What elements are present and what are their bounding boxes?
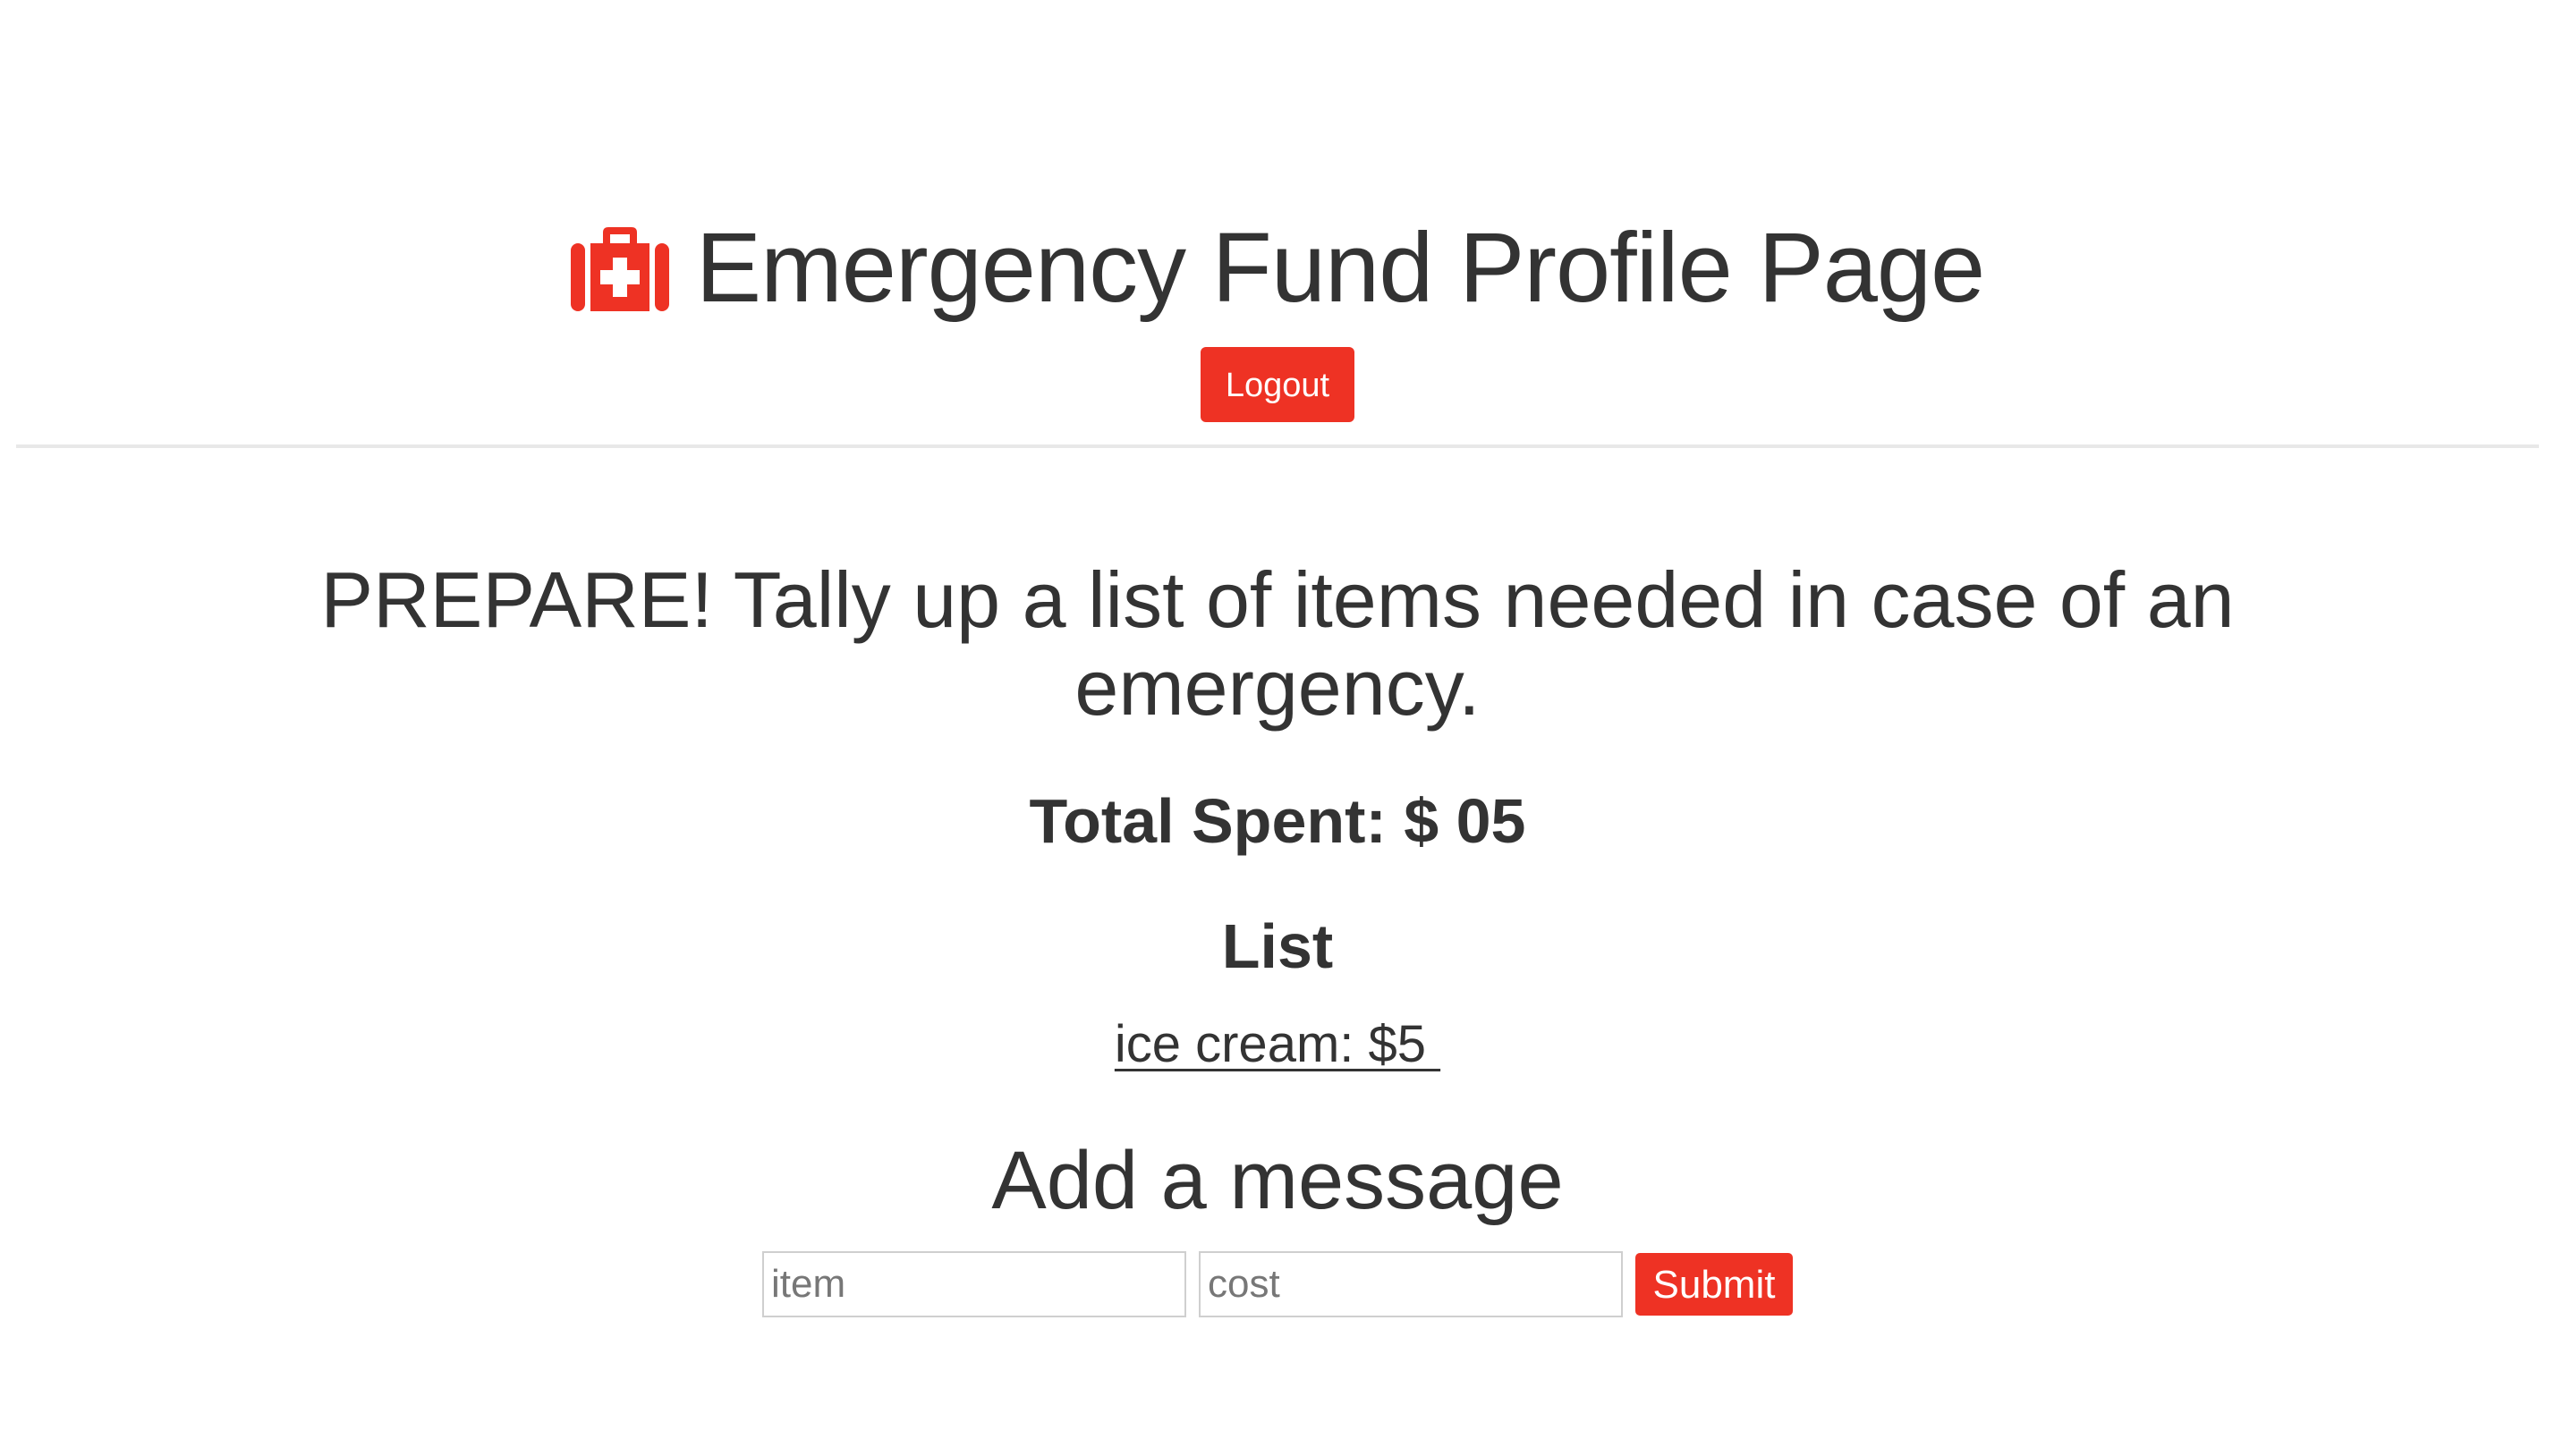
item-input[interactable] (762, 1251, 1186, 1317)
logout-button[interactable]: Logout (1201, 347, 1354, 422)
title-row: Emergency Fund Profile Page (0, 206, 2555, 331)
submit-button[interactable]: Submit (1635, 1253, 1793, 1316)
intro-heading: PREPARE! Tally up a list of items needed… (320, 555, 2235, 732)
page-title: Emergency Fund Profile Page (695, 213, 1985, 323)
total-spent: Total Spent: $ 05 (1029, 786, 1526, 856)
page-header: Emergency Fund Profile Page Logout (0, 0, 2555, 448)
add-message-heading: Add a message (991, 1135, 1564, 1226)
list-item: ice cream: $5 (0, 1014, 2555, 1074)
medkit-icon (570, 225, 669, 311)
header-divider (16, 444, 2539, 448)
list-heading: List (1221, 911, 1334, 981)
cost-input[interactable] (1199, 1251, 1623, 1317)
list-item-link[interactable]: ice cream: $5 (1115, 1015, 1440, 1073)
profile-page: Emergency Fund Profile Page Logout PREPA… (0, 0, 2555, 1456)
add-item-form: Submit (762, 1250, 1793, 1318)
